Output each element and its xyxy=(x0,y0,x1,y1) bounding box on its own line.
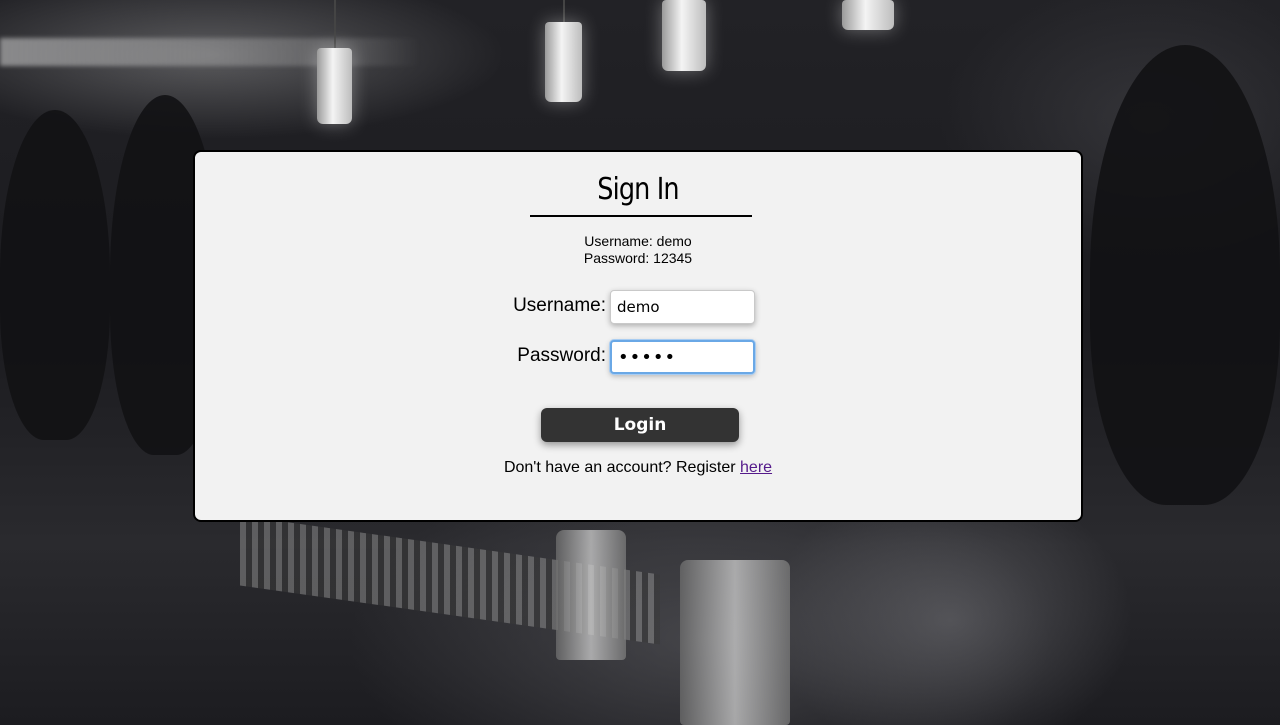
register-link[interactable]: here xyxy=(740,459,772,476)
username-label: Username: xyxy=(513,295,606,316)
password-input[interactable] xyxy=(610,340,755,374)
background-bottle xyxy=(680,560,790,725)
signin-card: Sign In Username: demo Password: 12345 U… xyxy=(193,150,1083,522)
username-input[interactable] xyxy=(610,290,755,324)
register-prompt-text: Don't have an account? Register xyxy=(503,459,736,476)
password-label: Password: xyxy=(517,345,606,366)
pendant-lamp xyxy=(842,0,894,30)
lamp-cord xyxy=(334,0,336,50)
signin-title: Sign In xyxy=(597,172,679,207)
demo-username-hint: Username: demo xyxy=(584,233,692,249)
background-person xyxy=(0,110,110,440)
demo-password-hint: Password: 12345 xyxy=(583,250,693,266)
title-underline xyxy=(530,215,752,217)
pendant-lamp xyxy=(545,22,582,102)
pendant-lamp xyxy=(317,48,352,124)
background-person xyxy=(1090,45,1280,505)
background-light-beam xyxy=(0,38,420,66)
login-button[interactable]: Login xyxy=(541,408,739,442)
background-bottle xyxy=(556,530,626,660)
register-prompt: Don't have an account? Register here xyxy=(195,459,1081,477)
pendant-lamp xyxy=(662,0,706,71)
